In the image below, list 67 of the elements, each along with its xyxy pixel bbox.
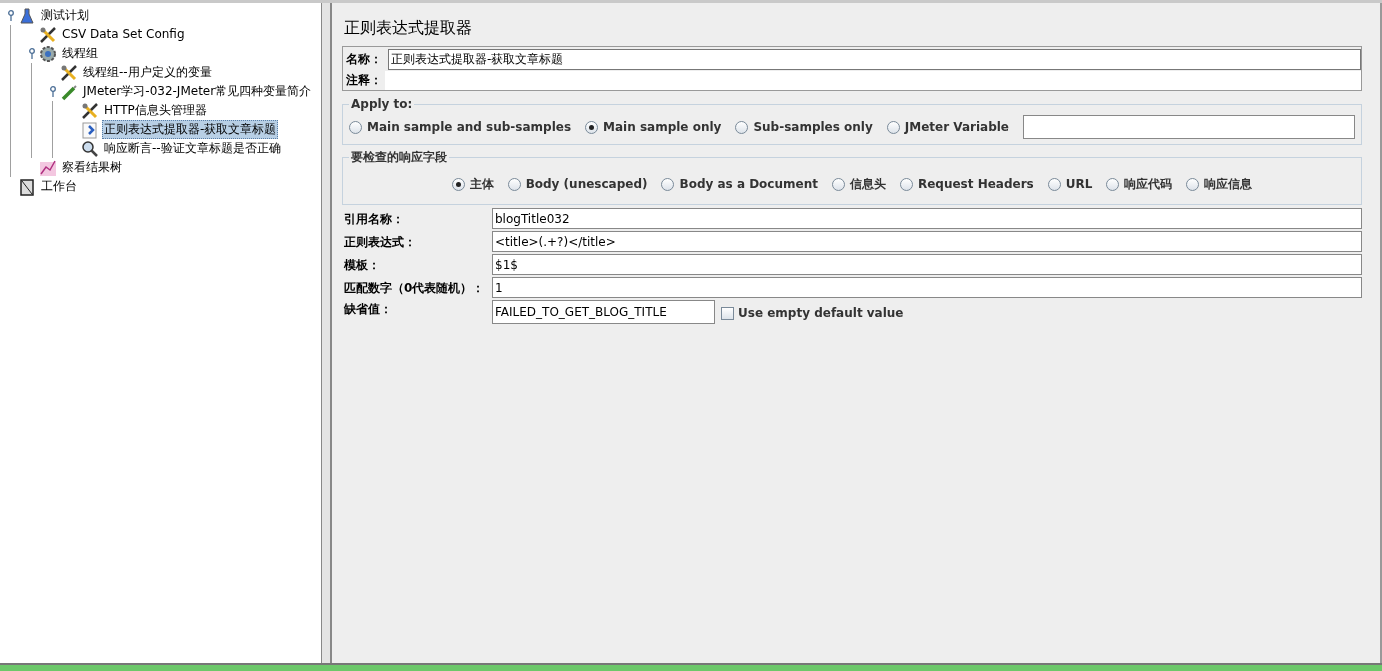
default-value-field[interactable]: FAILED_TO_GET_BLOG_TITLE <box>492 300 715 324</box>
group-legend: 要检查的响应字段 <box>349 148 449 166</box>
tree-item[interactable]: JMeter学习-032-JMeter常见四种变量简介 <box>81 82 314 101</box>
tree-item[interactable]: CSV Data Set Config <box>60 25 187 44</box>
field-label: 模板： <box>343 256 381 274</box>
flask-icon <box>18 6 36 25</box>
tree-item[interactable]: 正则表达式提取器-获取文章标题 <box>102 120 279 139</box>
radio-button[interactable] <box>1047 177 1061 191</box>
radio-button[interactable] <box>735 120 749 134</box>
field-label: 名称： <box>345 51 383 68</box>
radio-label: 信息头 <box>849 176 886 193</box>
radio-label: URL <box>1065 176 1093 193</box>
group-legend: Apply to: <box>349 95 415 113</box>
splitter[interactable] <box>322 3 332 663</box>
variable-field[interactable] <box>1023 115 1355 139</box>
gear-icon <box>39 44 57 63</box>
tree-item[interactable]: HTTP信息头管理器 <box>102 101 209 120</box>
chart-icon <box>39 158 57 177</box>
text-field[interactable]: blogTitle032 <box>492 208 1362 229</box>
tree-item[interactable]: 线程组 <box>60 44 100 63</box>
notebook-icon <box>18 177 36 196</box>
pen-icon <box>60 82 78 101</box>
tree-item[interactable]: 响应断言--验证文章标题是否正确 <box>102 139 283 158</box>
tree-item[interactable]: 工作台 <box>39 177 79 196</box>
radio-button[interactable] <box>1106 177 1120 191</box>
radio-button[interactable] <box>886 120 900 134</box>
text-field[interactable]: 1 <box>492 277 1362 298</box>
radio-button[interactable] <box>349 120 362 134</box>
radio-button[interactable] <box>585 120 599 134</box>
checkbox-label: Use empty default value <box>738 305 904 322</box>
radio-button[interactable] <box>507 177 521 191</box>
tree-item[interactable]: 测试计划 <box>39 6 91 25</box>
tree-item[interactable]: 线程组--用户定义的变量 <box>81 63 214 82</box>
magnifier-icon <box>81 139 99 158</box>
name-field[interactable]: 正则表达式提取器-获取文章标题 <box>388 48 1361 70</box>
tools-icon <box>39 25 57 44</box>
radio-label: 响应代码 <box>1124 176 1173 193</box>
expanded-handle-icon[interactable] <box>28 48 36 59</box>
field-label: 缺省值： <box>343 301 393 318</box>
checkbox[interactable] <box>721 306 734 320</box>
radio-label: JMeter Variable <box>904 119 1009 136</box>
radio-label: 主体 <box>469 176 494 193</box>
radio-button[interactable] <box>661 177 675 191</box>
expanded-handle-icon[interactable] <box>49 86 57 97</box>
expanded-handle-icon[interactable] <box>7 10 15 21</box>
radio-button[interactable] <box>451 177 465 191</box>
field-label: 引用名称： <box>343 210 405 228</box>
arrow-document-icon <box>81 120 99 139</box>
radio-label: Sub-samples only <box>753 119 873 136</box>
tools-icon <box>81 101 99 120</box>
radio-button[interactable] <box>1186 177 1200 191</box>
radio-label: Body as a Document <box>679 176 818 193</box>
radio-label: 响应信息 <box>1204 176 1253 193</box>
text-field[interactable]: $1$ <box>492 254 1362 275</box>
tools-icon <box>60 63 78 82</box>
text-field[interactable]: <title>(.+?)</title> <box>492 231 1362 252</box>
radio-button[interactable] <box>831 177 845 191</box>
field-label: 匹配数字（0代表随机）： <box>343 279 486 297</box>
radio-label: Body (unescaped) <box>525 176 648 193</box>
radio-label: Main sample and sub-samples <box>367 119 572 136</box>
radio-button[interactable] <box>899 177 913 191</box>
field-label: 正则表达式： <box>343 233 417 251</box>
radio-label: Request Headers <box>917 176 1034 193</box>
tree-item[interactable]: 察看结果树 <box>60 158 124 177</box>
field-label: 注释： <box>343 71 385 90</box>
panel-title: 正则表达式提取器 <box>344 17 473 39</box>
radio-label: Main sample only <box>603 119 722 136</box>
